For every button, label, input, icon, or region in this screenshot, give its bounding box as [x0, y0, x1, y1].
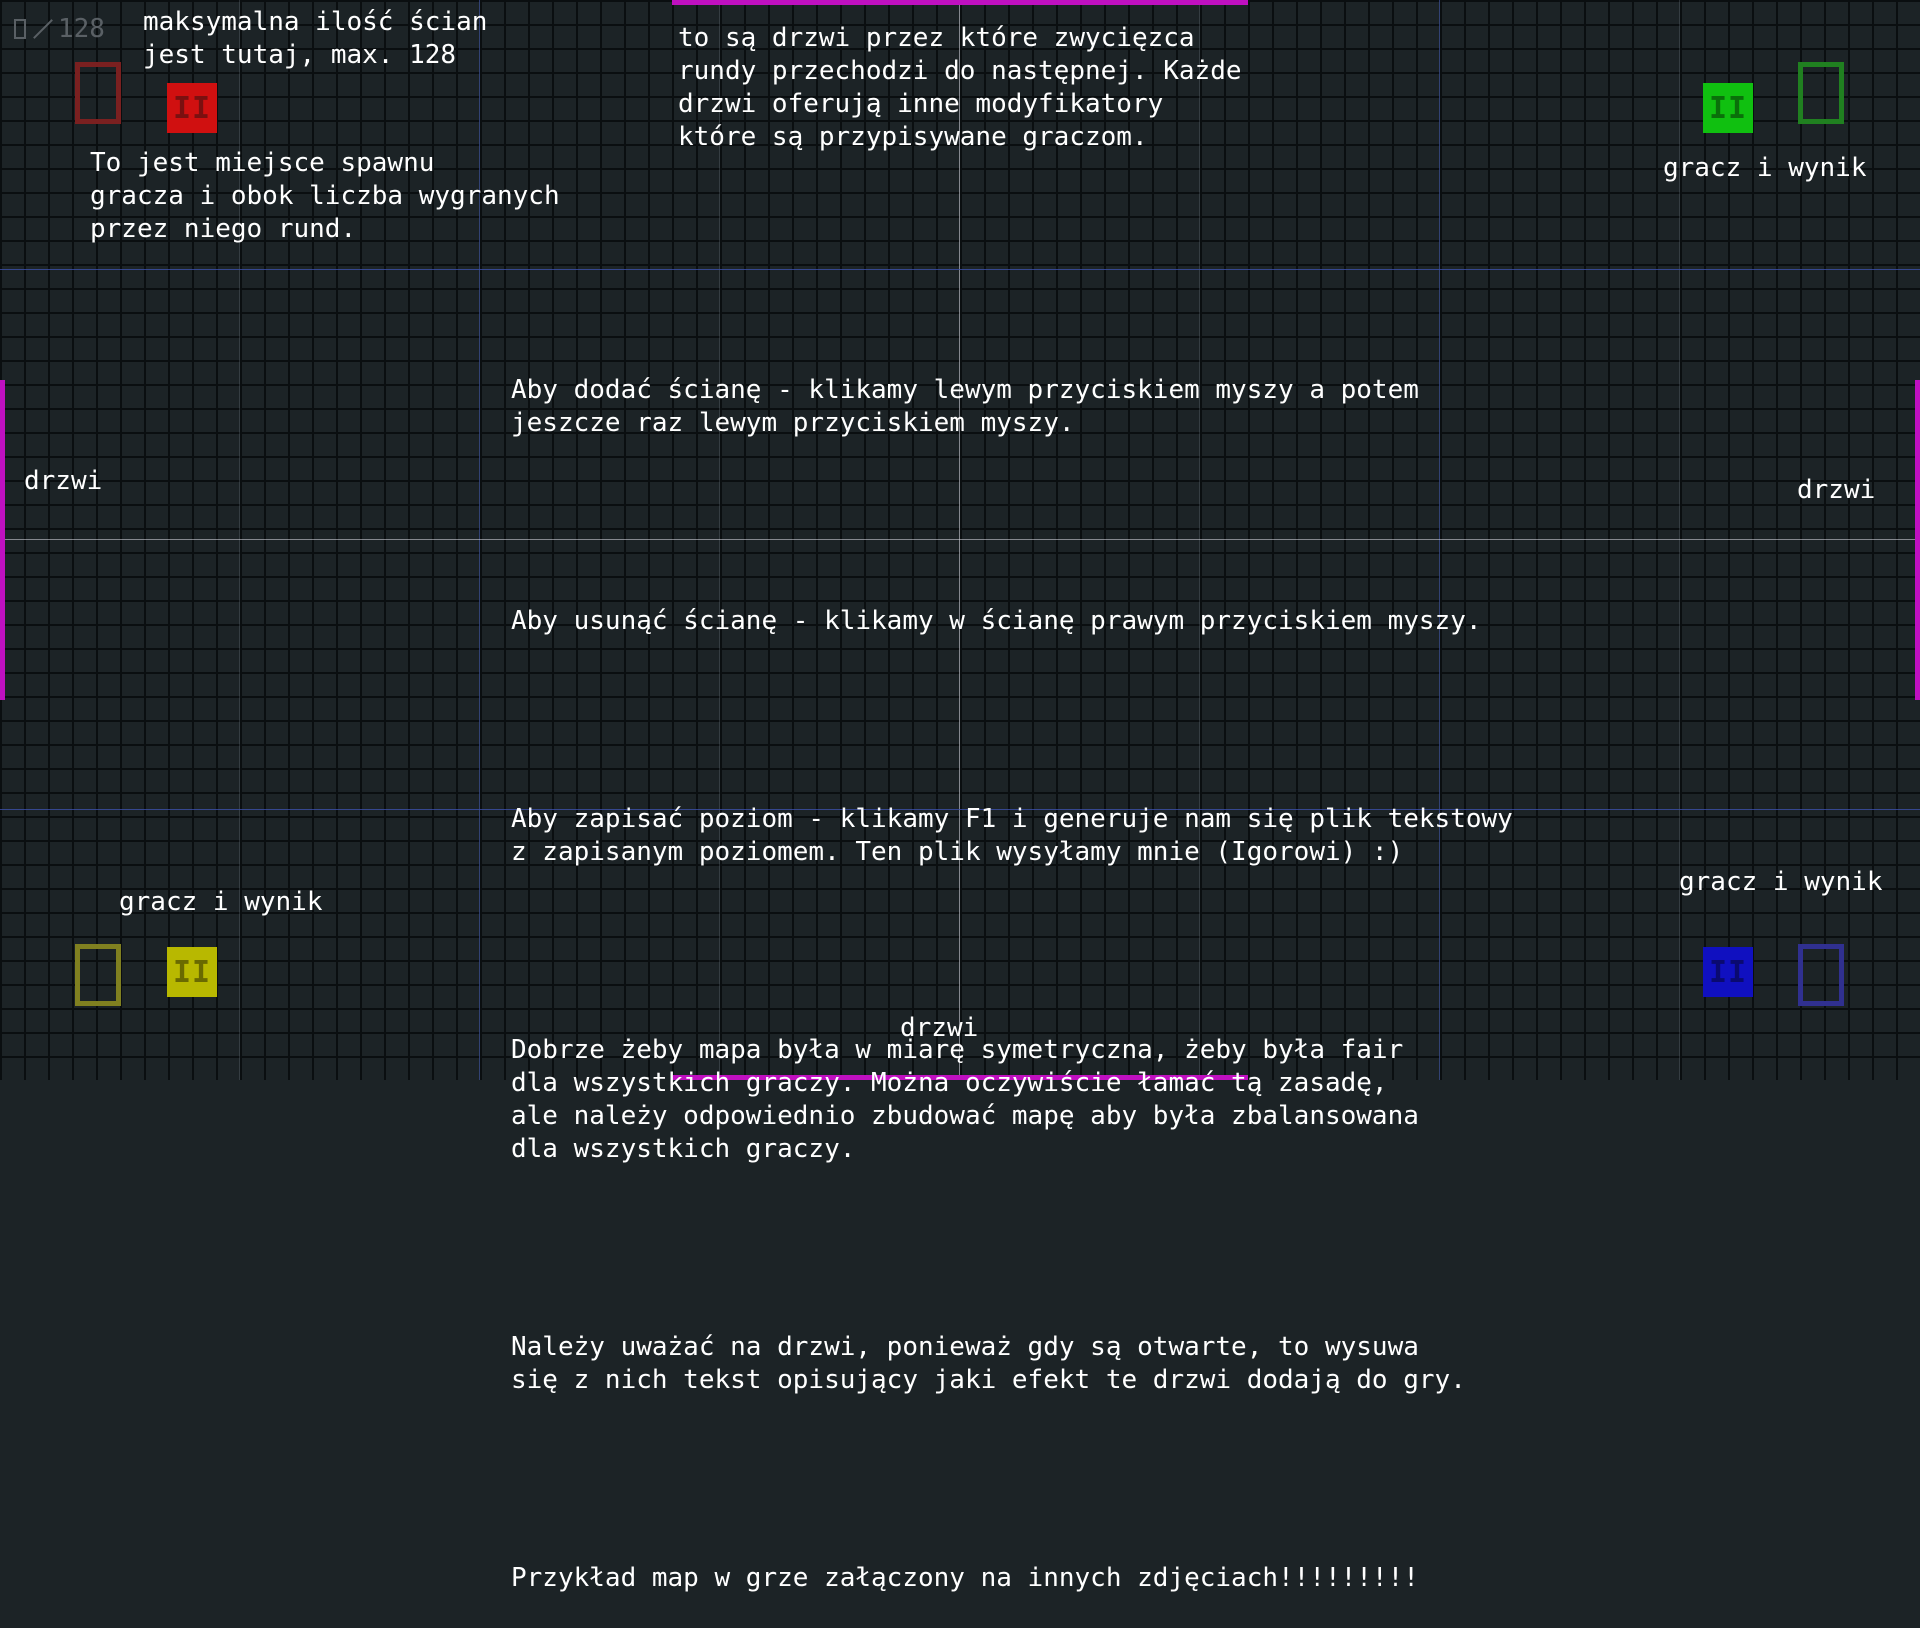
note-player-score-top-right: gracz i wynik — [1663, 153, 1867, 183]
instruction-line: Aby usunąć ścianę - klikamy w ścianę pra… — [511, 606, 1482, 636]
door-top — [672, 0, 1248, 5]
note-line: przez niego rund. — [90, 214, 357, 244]
instruction-save-level: Aby zapisać poziom - klikamy F1 i generu… — [511, 803, 1513, 869]
instruction-line: Aby dodać ścianę - klikamy lewym przycis… — [511, 375, 1419, 405]
instruction-line: się z nich tekst opisujący jaki efekt te… — [511, 1365, 1466, 1395]
note-line: rundy przechodzi do następnej. Każde — [678, 56, 1242, 86]
instruction-line: dla wszystkich graczy. — [511, 1134, 856, 1164]
note-line: jest tutaj, max. 128 — [143, 40, 457, 70]
player-red-score: II — [167, 83, 217, 133]
door-left — [0, 380, 5, 700]
instruction-doors: Należy uważać na drzwi, ponieważ gdy są … — [511, 1331, 1513, 1397]
instruction-line: ale należy odpowiednio zbudować mapę aby… — [511, 1101, 1419, 1131]
player-yellow-spawn — [75, 944, 121, 1006]
instruction-line: Należy uważać na drzwi, ponieważ gdy są … — [511, 1332, 1419, 1362]
wall-counter-max: 128 — [58, 14, 105, 44]
note-spawn: To jest miejsce spawnu gracza i obok licz… — [90, 147, 560, 246]
note-line: które są przypisywane graczom. — [678, 122, 1148, 152]
player-blue-spawn — [1798, 944, 1844, 1006]
door-right — [1915, 380, 1920, 700]
note-line: gracza i obok liczba wygranych — [90, 181, 560, 211]
instructions-block: Aby dodać ścianę - klikamy lewym przycis… — [511, 308, 1513, 1628]
note-max-walls: maksymalna ilość ścian jest tutaj, max. 1… — [143, 6, 487, 72]
instruction-line: dla wszystkich graczy. Można oczywiście … — [511, 1068, 1388, 1098]
player-green-score-value: II — [1708, 90, 1748, 126]
instruction-add-wall: Aby dodać ścianę - klikamy lewym przycis… — [511, 374, 1513, 440]
player-yellow-score: II — [167, 947, 217, 997]
instruction-line: z zapisanym poziomem. Ten plik wysyłamy … — [511, 837, 1404, 867]
player-blue-score: II — [1703, 947, 1753, 997]
note-line: drzwi oferują inne modyfikatory — [678, 89, 1164, 119]
player-red-spawn — [75, 62, 121, 124]
note-line: maksymalna ilość ścian — [143, 7, 488, 37]
wall-icon — [14, 19, 26, 39]
instruction-remove-wall: Aby usunąć ścianę - klikamy w ścianę pra… — [511, 605, 1513, 638]
note-line: to są drzwi przez które zwycięzca — [678, 23, 1195, 53]
instruction-line: Dobrze żeby mapa była w miarę symetryczn… — [511, 1035, 1404, 1065]
note-player-score-bottom-left: gracz i wynik — [119, 887, 323, 917]
player-green-score: II — [1703, 83, 1753, 133]
instruction-line: Przykład map w grze załączony na innych … — [511, 1563, 1419, 1593]
note-top-door: to są drzwi przez które zwycięzca rundy p… — [678, 22, 1242, 154]
instruction-symmetry: Dobrze żeby mapa była w miarę symetryczn… — [511, 1034, 1513, 1166]
note-door-left: drzwi — [24, 466, 103, 496]
divider-slash — [33, 19, 53, 39]
instruction-line: jeszcze raz lewym przyciskiem myszy. — [511, 408, 1075, 438]
player-red-score-value: II — [172, 90, 212, 126]
instruction-examples: Przykład map w grze załączony na innych … — [511, 1562, 1513, 1595]
wall-counter: 128 — [14, 14, 105, 44]
note-door-right: drzwi — [1797, 475, 1876, 505]
player-green-spawn — [1798, 62, 1844, 124]
instruction-line: Aby zapisać poziom - klikamy F1 i generu… — [511, 804, 1513, 834]
player-yellow-score-value: II — [172, 954, 212, 990]
player-blue-score-value: II — [1708, 954, 1748, 990]
note-line: To jest miejsce spawnu — [90, 148, 435, 178]
guide-line-horizontal — [0, 269, 1920, 270]
note-player-score-bottom-right: gracz i wynik — [1679, 867, 1883, 897]
